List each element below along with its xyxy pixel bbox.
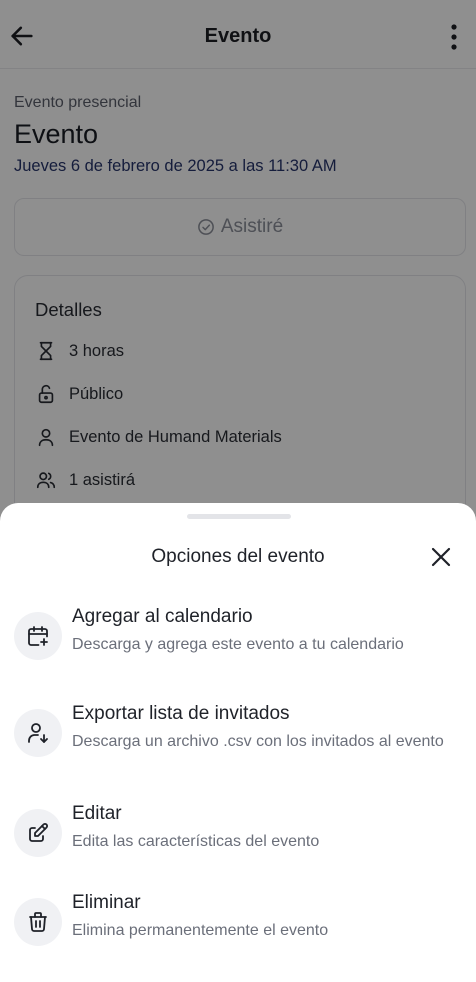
option-edit[interactable]: Editar Edita las características del eve… [14,803,464,859]
option-title: Editar [72,803,122,824]
option-export-guests[interactable]: Exportar lista de invitados Descarga un … [14,703,464,779]
option-title: Eliminar [72,892,141,913]
option-title: Agregar al calendario [72,606,253,627]
close-button[interactable] [430,546,452,568]
option-description: Descarga y agrega este evento a tu calen… [72,636,404,653]
option-icon-circle [14,612,62,660]
option-add-to-calendar[interactable]: Agregar al calendario Descarga y agrega … [14,606,464,662]
calendar-plus-icon [28,626,48,646]
option-icon-circle [14,898,62,946]
option-description: Edita las características del evento [72,833,320,850]
edit-icon [29,823,48,842]
option-icon-circle [14,809,62,857]
option-description: Descarga un archivo .csv con los invitad… [72,733,444,750]
option-title: Exportar lista de invitados [72,703,290,724]
sheet-grabber[interactable] [187,514,291,519]
trash-icon [29,912,47,932]
option-icon-circle [14,709,62,757]
event-options-sheet: Opciones del evento Agregar al calendari… [0,503,476,982]
option-delete[interactable]: Eliminar Elimina permanentemente el even… [14,892,464,948]
sheet-title: Opciones del evento [151,546,325,567]
option-description: Elimina permanentemente el evento [72,922,329,939]
user-download-icon [28,723,48,743]
close-icon [431,547,451,567]
